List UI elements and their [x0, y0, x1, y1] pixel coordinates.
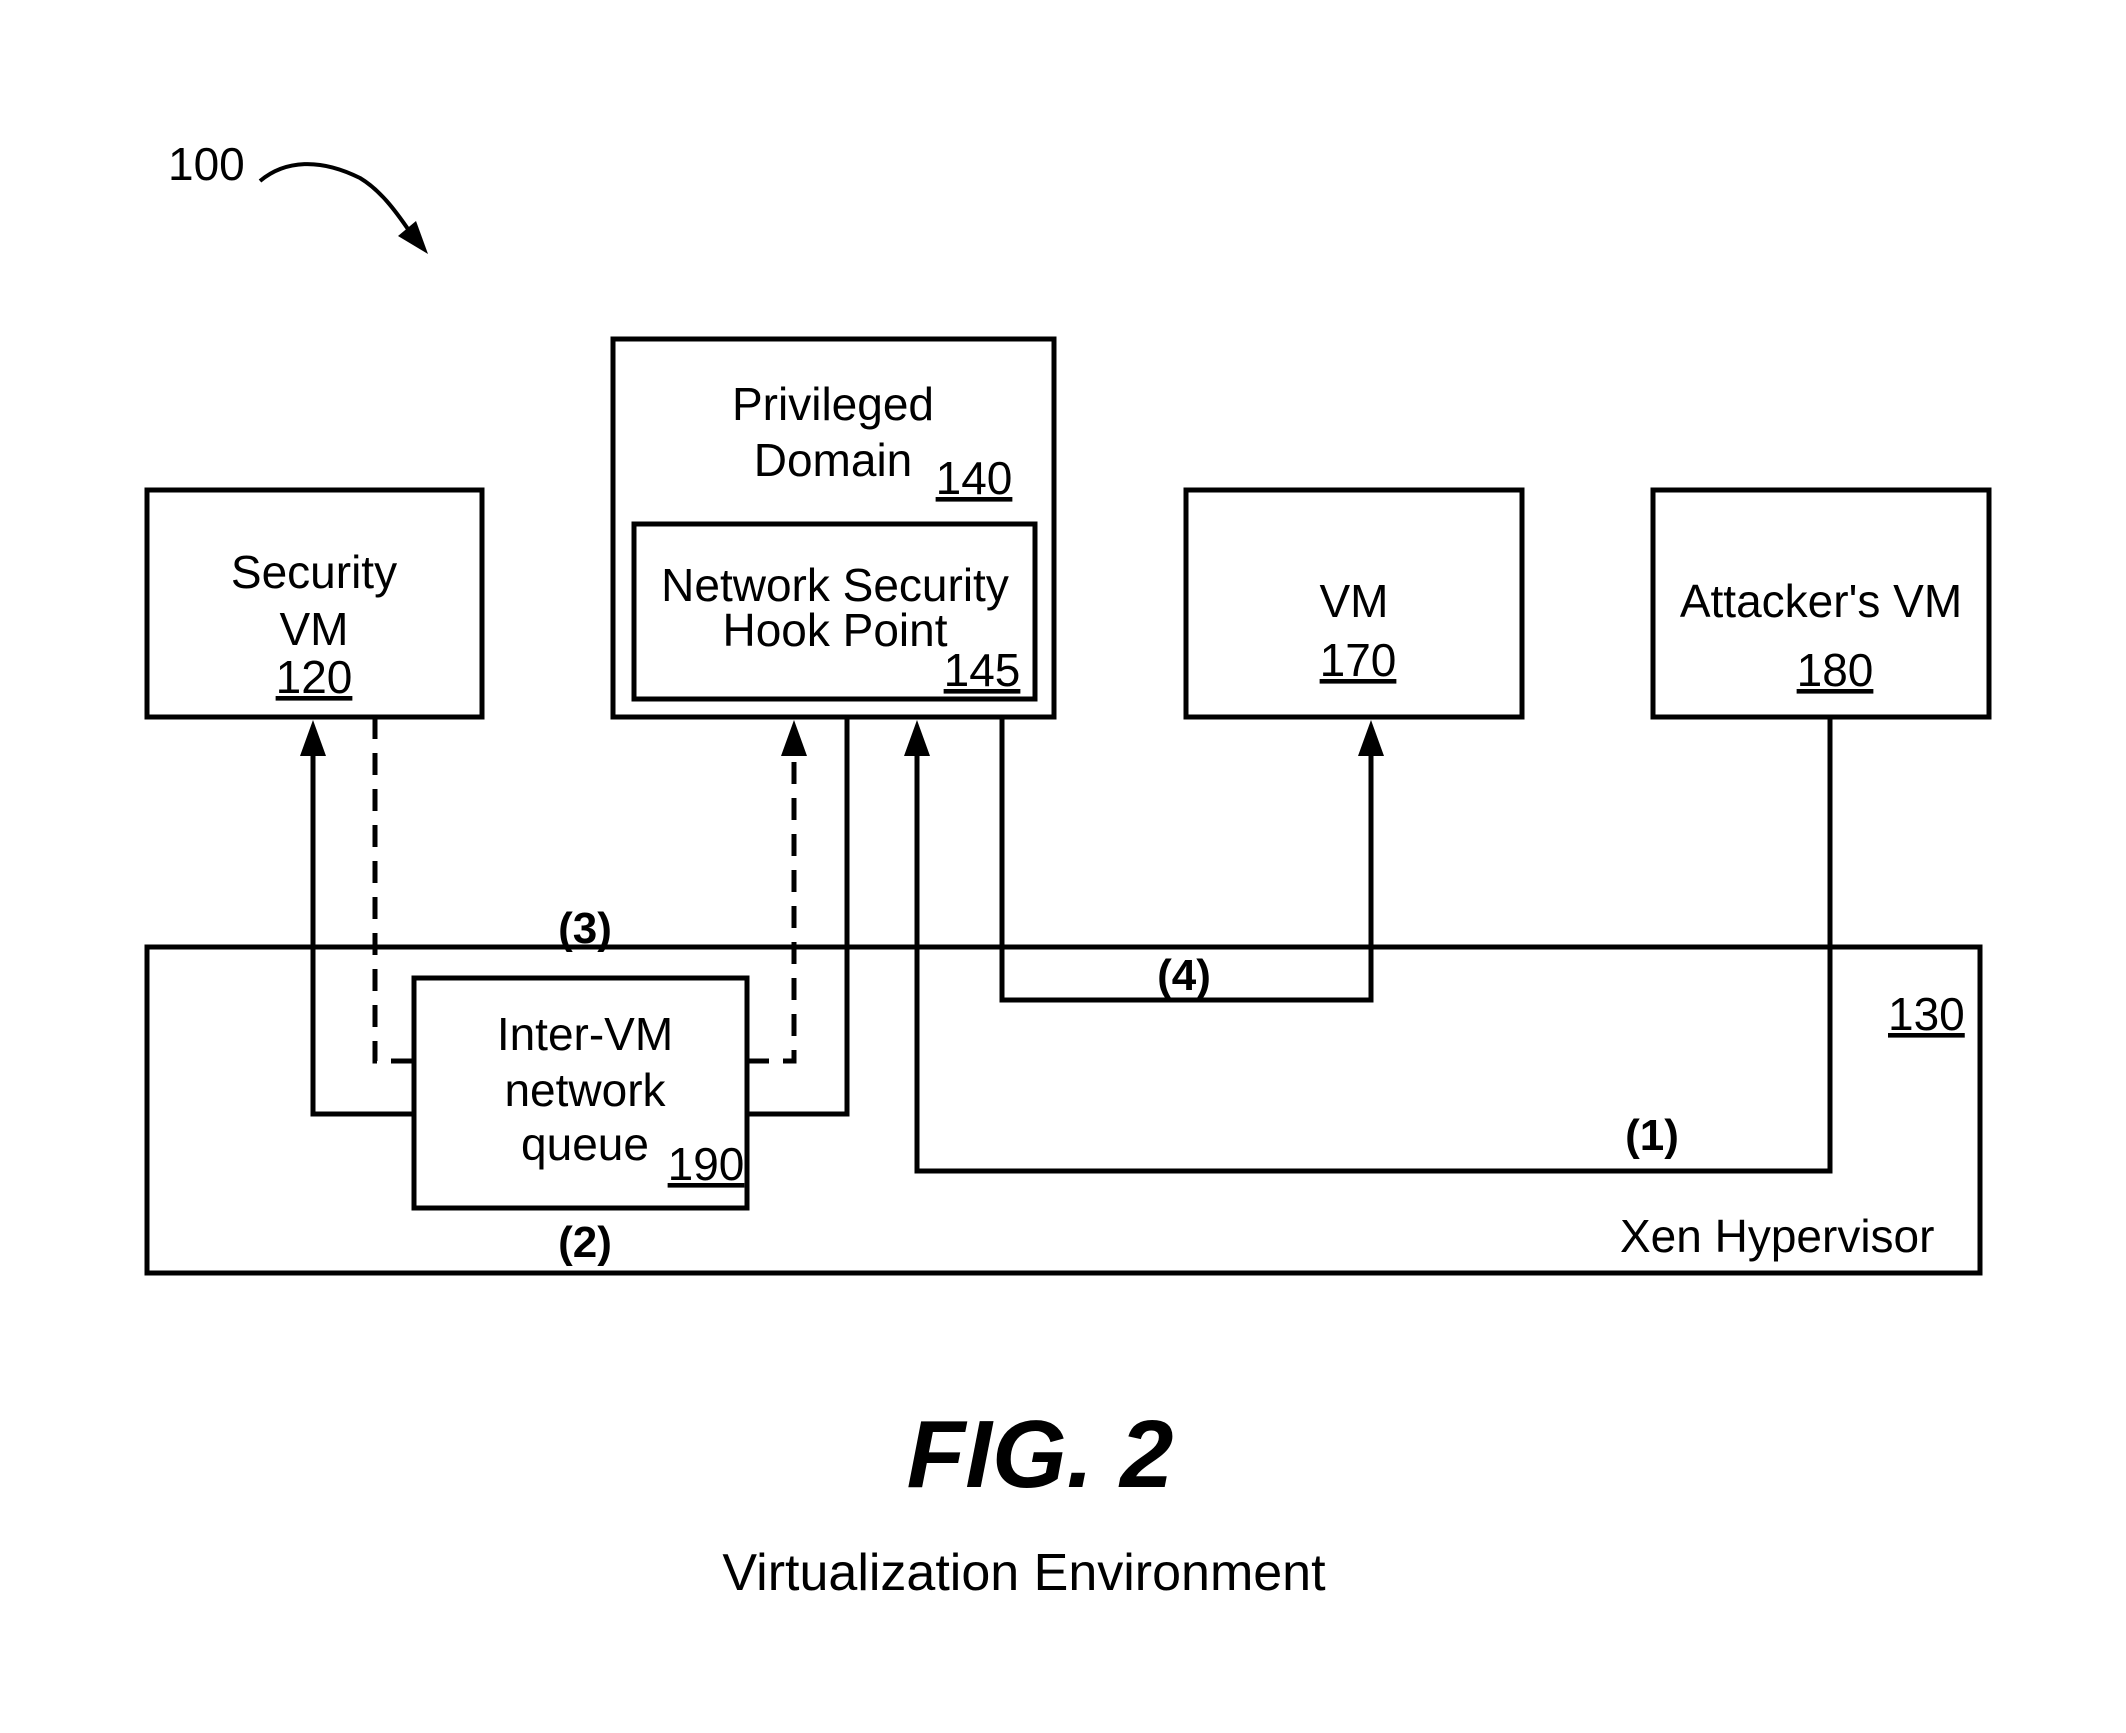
figure-ref-arrowhead-icon [398, 221, 428, 254]
security-vm-label-line2: VM [280, 603, 349, 655]
path-1-arrowhead-icon [904, 720, 930, 756]
path-4-arrowhead-icon [1358, 720, 1384, 756]
queue-label-line2: network [504, 1064, 666, 1116]
queue-label-line3: queue [521, 1118, 649, 1170]
hypervisor-ref: 130 [1888, 988, 1965, 1040]
hypervisor-label: Xen Hypervisor [1620, 1210, 1934, 1262]
figure-ref-label: 100 [168, 138, 245, 190]
step-1-label: (1) [1625, 1111, 1679, 1160]
security-vm-ref: 120 [276, 651, 353, 703]
hook-point-label-line2: Hook Point [722, 604, 947, 656]
security-vm-label-line1: Security [231, 546, 397, 598]
figure-ref-arrow [258, 162, 412, 234]
privileged-domain-label-line2: Domain [754, 434, 913, 486]
privileged-domain-label-line1: Privileged [732, 378, 934, 430]
step-2-label: (2) [558, 1218, 612, 1267]
privileged-domain-ref: 140 [936, 452, 1013, 504]
vm-ref: 170 [1320, 634, 1397, 686]
figure-caption: Virtualization Environment [722, 1544, 1326, 1602]
path-3-arrowhead-icon [781, 720, 807, 756]
figure-title: FIG. 2 [907, 1401, 1174, 1508]
queue-label-line1: Inter-VM [497, 1008, 673, 1060]
hook-point-ref: 145 [944, 644, 1021, 696]
attacker-vm-ref: 180 [1797, 644, 1874, 696]
step-4-label: (4) [1157, 951, 1211, 1000]
attacker-vm-label: Attacker's VM [1680, 575, 1962, 627]
path-2-arrowhead-icon [300, 720, 326, 756]
diagram-canvas: 100 130 Xen Hypervisor Security VM 120 P… [144, 138, 1992, 1602]
queue-ref: 190 [668, 1138, 745, 1190]
vm-label: VM [1320, 575, 1389, 627]
step-3-label: (3) [558, 904, 612, 953]
